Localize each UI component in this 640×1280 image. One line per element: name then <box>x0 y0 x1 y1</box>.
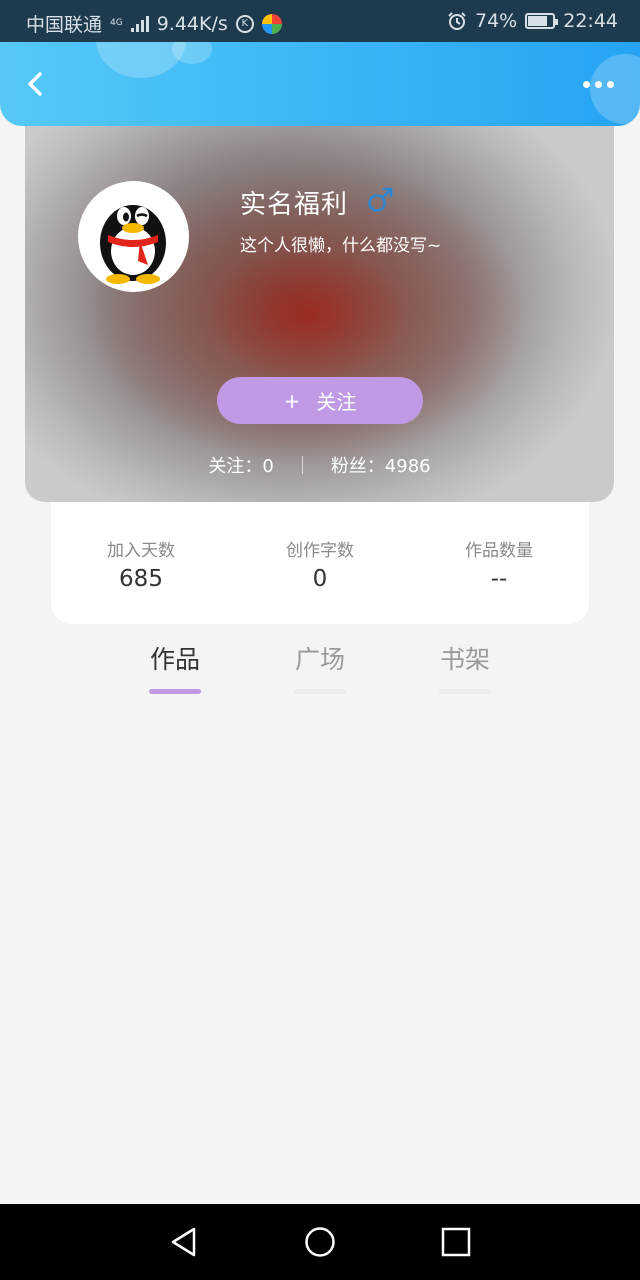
username: 实名福利 <box>240 190 349 220</box>
alarm-icon <box>448 12 466 30</box>
divider <box>301 456 303 474</box>
chevron-left-icon <box>28 72 42 96</box>
carrier-name: 中国联通 <box>26 14 103 36</box>
tab-indicator <box>149 689 201 694</box>
fans-count[interactable]: 粉丝：4986 <box>331 452 431 478</box>
more-dot-icon <box>583 80 590 88</box>
nav-home-button[interactable] <box>302 1224 338 1260</box>
tab-indicator <box>294 689 346 694</box>
bio: 这个人很懒，什么都没写~ <box>240 236 442 256</box>
battery-icon <box>525 13 559 29</box>
avatar[interactable] <box>78 181 189 292</box>
circle-home-icon <box>305 1227 335 1257</box>
signal-icon <box>130 15 149 32</box>
following-count[interactable]: 关注：0 <box>208 452 273 478</box>
plus-icon: + <box>283 388 301 413</box>
penguin-avatar-icon <box>100 205 166 284</box>
tab-label: 作品 <box>149 645 200 674</box>
follow-button[interactable]: + 关注 <box>217 377 423 424</box>
battery-percent: 74% <box>475 10 518 32</box>
network-type: 4G <box>110 18 123 28</box>
stat-value: 0 <box>312 566 328 592</box>
nav-recent-button[interactable] <box>438 1224 474 1260</box>
tab-works[interactable]: 作品 <box>115 640 235 694</box>
tab-bookshelf[interactable]: 书架 <box>405 640 525 694</box>
stat-label: 加入天数 <box>107 541 175 561</box>
content-tabs: 作品 广场 书架 <box>0 640 640 700</box>
stat-value: 685 <box>119 566 163 592</box>
stat-label: 创作字数 <box>286 541 354 561</box>
triangle-back-icon <box>171 1227 196 1257</box>
male-icon <box>368 187 393 212</box>
tab-label: 广场 <box>294 645 345 674</box>
stats-card: 加入天数 685 创作字数 0 作品数量 -- <box>51 502 589 624</box>
nav-back-button[interactable] <box>166 1224 202 1260</box>
clock: 22:44 <box>563 10 618 32</box>
tab-square[interactable]: 广场 <box>260 640 380 694</box>
more-dot-icon <box>607 80 614 88</box>
stat-label: 作品数量 <box>465 541 533 561</box>
network-speed: 9.44K/s <box>156 12 228 35</box>
stat-join-days: 加入天数 685 <box>51 536 231 592</box>
k-app-icon: K <box>235 14 254 33</box>
stat-word-count: 创作字数 0 <box>230 536 410 592</box>
follow-stats: 关注：0 粉丝：4986 <box>25 452 614 478</box>
profile-card: 实名福利 这个人很懒，什么都没写~ + 关注 关注：0 粉丝：4986 <box>25 126 614 502</box>
status-right: 74% 22:44 <box>447 10 618 32</box>
top-app-bar <box>0 42 640 126</box>
status-bar: 中国联通 4G 9.44K/s K 74% 22:44 <box>0 0 640 42</box>
tab-indicator <box>439 689 491 694</box>
more-button[interactable] <box>578 72 614 96</box>
k-app-letter: K <box>241 18 249 29</box>
battery-fill <box>528 16 548 26</box>
stat-value: -- <box>490 566 508 592</box>
system-nav-bar <box>0 1204 640 1280</box>
more-dot-icon <box>595 80 602 88</box>
pinwheel-app-icon <box>261 13 282 34</box>
status-left: 中国联通 4G 9.44K/s K <box>26 10 282 37</box>
tab-label: 书架 <box>439 645 490 674</box>
stat-works-count: 作品数量 -- <box>409 536 589 592</box>
follow-button-label: 关注 <box>316 390 357 414</box>
square-recent-icon <box>441 1227 471 1257</box>
back-button[interactable] <box>18 64 54 104</box>
